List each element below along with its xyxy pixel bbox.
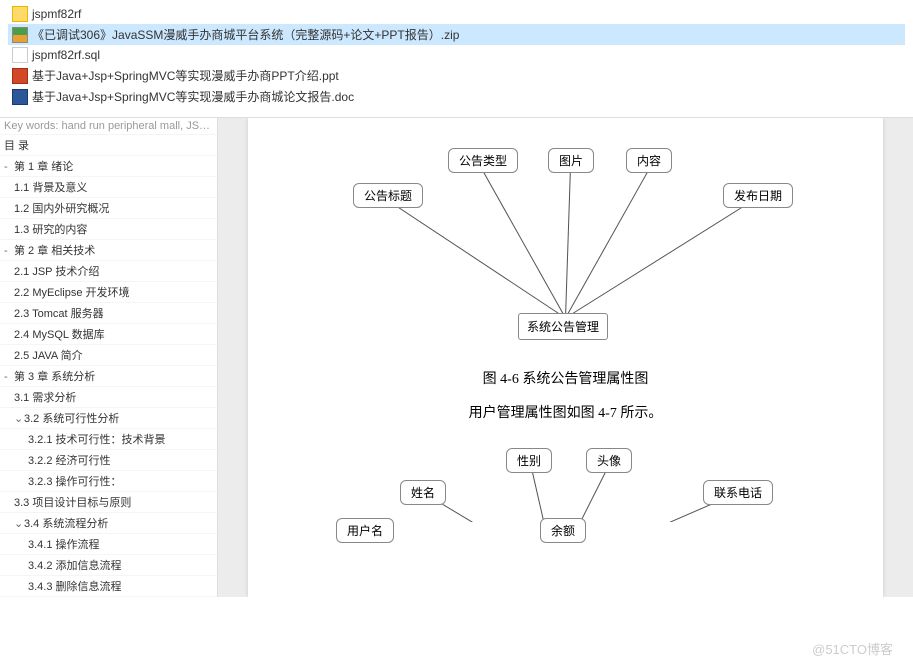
node2-name: 姓名 — [400, 480, 446, 505]
outline-item[interactable]: ⌄3.2 系统可行性分析 — [0, 408, 217, 429]
zip-icon — [12, 27, 28, 43]
outline-item[interactable]: 2.1 JSP 技术介绍 — [0, 261, 217, 282]
outline-item[interactable]: 3.3 项目设计目标与原则 — [0, 492, 217, 513]
tree-toggle-icon[interactable]: ⌄ — [14, 517, 24, 530]
outline-label: 3.2.1 技术可行性：技术背景 — [28, 434, 166, 446]
outline-label: 1.2 国内外研究概况 — [14, 203, 109, 215]
main-area: Key words: hand run peripheral mall, JSP… — [0, 117, 913, 597]
outline-label: Key words: hand run peripheral mall, JSP… — [4, 120, 217, 132]
file-list: jspmf82rf 《已调试306》JavaSSM漫威手办商城平台系统（完整源码+… — [0, 0, 913, 111]
tree-toggle-icon[interactable]: - — [4, 161, 14, 173]
outline-label: 3.3 项目设计目标与原则 — [14, 497, 131, 509]
node-announce-type: 公告类型 — [448, 148, 518, 173]
file-item[interactable]: 基于Java+Jsp+SpringMVC等实现漫威手办商PPT介绍.ppt — [8, 65, 905, 86]
outline-label: 第 2 章 相关技术 — [14, 245, 95, 257]
tree-toggle-icon[interactable]: ⌄ — [14, 412, 24, 425]
tree-toggle-icon[interactable]: - — [4, 245, 14, 257]
outline-label: 3.2 系统可行性分析 — [24, 413, 119, 425]
outline-item[interactable]: 3.2.1 技术可行性：技术背景 — [0, 429, 217, 450]
file-item[interactable]: jspmf82rf — [8, 4, 905, 24]
ppt-icon — [12, 68, 28, 84]
outline-label: 2.4 MySQL 数据库 — [14, 329, 105, 341]
outline-item[interactable]: 3.1 需求分析 — [0, 387, 217, 408]
outline-label: 第 3 章 系统分析 — [14, 371, 95, 383]
outline-item[interactable]: -第 3 章 系统分析 — [0, 366, 217, 387]
outline-label: 3.2.3 操作可行性： — [28, 476, 122, 488]
outline-item[interactable]: 目 录 — [0, 135, 217, 156]
figure-subcaption: 用户管理属性图如图 4-7 所示。 — [248, 402, 883, 422]
node2-avatar: 头像 — [586, 448, 632, 473]
file-item[interactable]: 基于Java+Jsp+SpringMVC等实现漫威手办商城论文报告.doc — [8, 86, 905, 107]
diagram-1: 公告标题 公告类型 图片 内容 发布日期 系统公告管理 — [248, 118, 883, 348]
file-name: 基于Java+Jsp+SpringMVC等实现漫威手办商PPT介绍.ppt — [32, 67, 339, 84]
outline-label: 2.5 JAVA 简介 — [14, 350, 83, 362]
outline-label: 3.4 系统流程分析 — [24, 518, 108, 530]
file-name: jspmf82rf.sql — [32, 48, 100, 62]
outline-item[interactable]: Key words: hand run peripheral mall, JSP… — [0, 118, 217, 135]
figure-caption: 图 4-6 系统公告管理属性图 — [248, 368, 883, 388]
outline-item[interactable]: 2.2 MyEclipse 开发环境 — [0, 282, 217, 303]
node-announce-title: 公告标题 — [353, 183, 423, 208]
outline-label: 1.3 研究的内容 — [14, 224, 87, 236]
node-image: 图片 — [548, 148, 594, 173]
outline-item[interactable]: 1.3 研究的内容 — [0, 219, 217, 240]
node2-phone: 联系电话 — [703, 480, 773, 505]
outline-label: 第 1 章 绪论 — [14, 161, 73, 173]
node-hub: 系统公告管理 — [518, 313, 608, 340]
outline-item[interactable]: 1.1 背景及意义 — [0, 177, 217, 198]
sql-icon — [12, 47, 28, 63]
doc-icon — [12, 89, 28, 105]
outline-item[interactable]: 3.4.3 删除信息流程 — [0, 576, 217, 597]
node-content: 内容 — [626, 148, 672, 173]
outline-item[interactable]: 3.4.2 添加信息流程 — [0, 555, 217, 576]
file-name: 《已调试306》JavaSSM漫威手办商城平台系统（完整源码+论文+PPT报告）… — [32, 26, 459, 43]
outline-item[interactable]: ⌄3.4 系统流程分析 — [0, 513, 217, 534]
page: 公告标题 公告类型 图片 内容 发布日期 系统公告管理 图 4-6 系统公告管理… — [248, 118, 883, 597]
outline-item[interactable]: 2.3 Tomcat 服务器 — [0, 303, 217, 324]
outline-item[interactable]: -第 1 章 绪论 — [0, 156, 217, 177]
node2-gender: 性别 — [506, 448, 552, 473]
tree-toggle-icon[interactable]: - — [4, 371, 14, 383]
outline-item[interactable]: 3.2.2 经济可行性 — [0, 450, 217, 471]
outline-label: 3.4.2 添加信息流程 — [28, 560, 122, 572]
outline-label: 3.4.3 删除信息流程 — [28, 581, 122, 593]
diagram-2: 姓名 性别 头像 联系电话 用户名 余额 — [248, 442, 883, 522]
file-item[interactable]: jspmf82rf.sql — [8, 45, 905, 65]
outline-item[interactable]: -第 2 章 相关技术 — [0, 240, 217, 261]
outline-label: 2.1 JSP 技术介绍 — [14, 266, 99, 278]
outline-item[interactable]: 2.5 JAVA 简介 — [0, 345, 217, 366]
node-publish-date: 发布日期 — [723, 183, 793, 208]
outline-label: 目 录 — [4, 140, 29, 152]
file-name: 基于Java+Jsp+SpringMVC等实现漫威手办商城论文报告.doc — [32, 88, 354, 105]
file-item[interactable]: 《已调试306》JavaSSM漫威手办商城平台系统（完整源码+论文+PPT报告）… — [8, 24, 905, 45]
outline-label: 1.1 背景及意义 — [14, 182, 87, 194]
watermark-51cto: @51CTO博客 — [812, 639, 893, 658]
outline-item[interactable]: 3.2.3 操作可行性： — [0, 471, 217, 492]
outline-item[interactable]: 2.4 MySQL 数据库 — [0, 324, 217, 345]
document-view: 公告标题 公告类型 图片 内容 发布日期 系统公告管理 图 4-6 系统公告管理… — [218, 118, 913, 597]
outline-label: 2.3 Tomcat 服务器 — [14, 308, 104, 320]
outline-label: 3.4.1 操作流程 — [28, 539, 100, 551]
folder-icon — [12, 6, 28, 22]
outline-item[interactable]: 1.2 国内外研究概况 — [0, 198, 217, 219]
document-outline: Key words: hand run peripheral mall, JSP… — [0, 118, 218, 597]
node2-username: 用户名 — [336, 518, 394, 543]
outline-label: 3.2.2 经济可行性 — [28, 455, 111, 467]
file-name: jspmf82rf — [32, 7, 81, 21]
node2-balance: 余额 — [540, 518, 586, 543]
outline-item[interactable]: 3.4.1 操作流程 — [0, 534, 217, 555]
outline-label: 2.2 MyEclipse 开发环境 — [14, 287, 130, 299]
outline-label: 3.1 需求分析 — [14, 392, 76, 404]
